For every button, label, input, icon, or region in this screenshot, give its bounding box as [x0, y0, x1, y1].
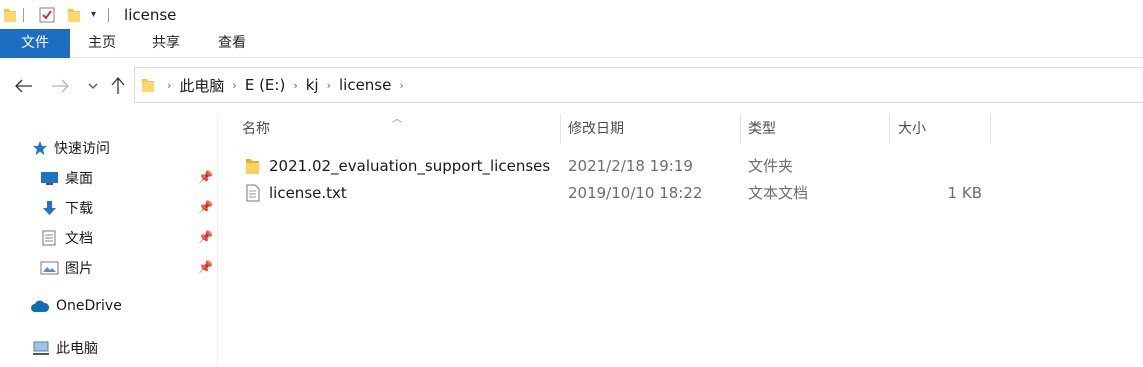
- toolbar-divider: [108, 7, 110, 22]
- pin-icon[interactable]: 📌: [198, 170, 213, 184]
- ribbon-tabs: 文件 主页 共享 查看: [0, 29, 1143, 58]
- file-modified-date: 2019/10/10 18:22: [568, 184, 703, 202]
- quick-access-toolbar: ▾: [0, 0, 118, 29]
- title-bar: ▾ license: [0, 0, 1143, 29]
- customize-toolbar-icon[interactable]: ▾: [91, 0, 96, 29]
- up-arrow-icon[interactable]: [108, 76, 128, 96]
- file-type: 文本文档: [748, 184, 809, 202]
- text-file-icon: [245, 184, 260, 206]
- sidebar-item-label: 图片: [65, 261, 93, 277]
- breadcrumb-license[interactable]: license: [339, 76, 391, 94]
- pin-icon[interactable]: 📌: [198, 260, 213, 274]
- document-icon: [40, 230, 59, 246]
- new-folder-icon[interactable]: [67, 0, 81, 29]
- tab-file[interactable]: 文件: [0, 29, 70, 58]
- file-type: 文件夹: [748, 157, 794, 175]
- column-divider[interactable]: [740, 114, 741, 144]
- properties-check-icon[interactable]: [39, 0, 55, 29]
- back-arrow-icon[interactable]: [14, 76, 34, 96]
- sidebar-item-label: 此电脑: [56, 341, 98, 357]
- file-name: 2021.02_evaluation_support_licenses: [269, 157, 551, 175]
- navigation-pane: 快速访问 桌面 📌 下载 📌 文档 📌 图片 📌 OneDrive 此电脑: [0, 114, 218, 367]
- column-header-size[interactable]: 大小: [898, 114, 926, 144]
- sidebar-item-quick-access[interactable]: 快速访问: [32, 138, 110, 158]
- pin-icon[interactable]: 📌: [198, 230, 213, 244]
- column-divider[interactable]: [560, 114, 561, 144]
- tab-home[interactable]: 主页: [70, 29, 134, 58]
- file-list: ︿ 名称 修改日期 类型 大小 2021.02_evaluation_suppo…: [219, 114, 1143, 367]
- sidebar-item-label: 快速访问: [54, 141, 110, 157]
- sidebar-item-label: OneDrive: [56, 298, 122, 314]
- chevron-right-icon[interactable]: ›: [232, 79, 236, 92]
- pictures-icon: [40, 260, 59, 276]
- breadcrumb-this-pc[interactable]: 此电脑: [179, 75, 224, 96]
- folder-icon: [245, 157, 260, 179]
- chevron-right-icon[interactable]: ›: [293, 79, 297, 92]
- chevron-right-icon[interactable]: ›: [399, 79, 403, 92]
- tab-share[interactable]: 共享: [134, 29, 198, 58]
- sidebar-item-this-pc[interactable]: 此电脑: [32, 338, 98, 358]
- column-divider[interactable]: [990, 114, 991, 144]
- sidebar-item-label: 文档: [65, 231, 93, 247]
- breadcrumb-kj[interactable]: kj: [306, 76, 319, 94]
- file-size: 1 KB: [947, 184, 982, 202]
- sidebar-item-onedrive[interactable]: OneDrive: [30, 298, 122, 314]
- cloud-icon: [30, 299, 50, 313]
- column-header-name[interactable]: 名称: [242, 114, 270, 144]
- column-divider[interactable]: [889, 114, 890, 144]
- folder-icon: [3, 0, 17, 29]
- file-name: license.txt: [269, 184, 347, 202]
- download-icon: [40, 200, 59, 216]
- sort-ascending-icon: ︿: [392, 114, 402, 125]
- chevron-right-icon[interactable]: ›: [167, 79, 171, 92]
- window-title: license: [124, 5, 177, 24]
- column-header-date[interactable]: 修改日期: [568, 114, 624, 144]
- recent-locations-chevron-icon[interactable]: [86, 76, 100, 96]
- sidebar-item-label: 下载: [65, 201, 93, 217]
- file-modified-date: 2021/2/18 19:19: [568, 157, 693, 175]
- sidebar-item-downloads[interactable]: 下载: [40, 198, 93, 218]
- sidebar-item-desktop[interactable]: 桌面: [40, 168, 93, 188]
- sidebar-item-label: 桌面: [65, 171, 93, 187]
- folder-icon: [141, 77, 155, 93]
- forward-arrow-icon[interactable]: [50, 76, 70, 96]
- star-icon: [32, 140, 48, 156]
- breadcrumb-drive-e[interactable]: E (E:): [245, 76, 285, 94]
- tab-view[interactable]: 查看: [199, 29, 265, 58]
- table-row[interactable]: license.txt 2019/10/10 18:22 文本文档 1 KB: [219, 180, 1143, 206]
- computer-icon: [32, 340, 50, 356]
- table-row[interactable]: 2021.02_evaluation_support_licenses 2021…: [219, 153, 1143, 179]
- address-bar[interactable]: › 此电脑 › E (E:) › kj › license ›: [134, 67, 1143, 103]
- sidebar-item-pictures[interactable]: 图片: [40, 258, 93, 278]
- desktop-icon: [40, 170, 59, 186]
- sidebar-item-documents[interactable]: 文档: [40, 228, 93, 248]
- pin-icon[interactable]: 📌: [198, 200, 213, 214]
- toolbar-divider: [23, 7, 24, 22]
- chevron-right-icon[interactable]: ›: [327, 79, 331, 92]
- column-header-type[interactable]: 类型: [748, 114, 776, 144]
